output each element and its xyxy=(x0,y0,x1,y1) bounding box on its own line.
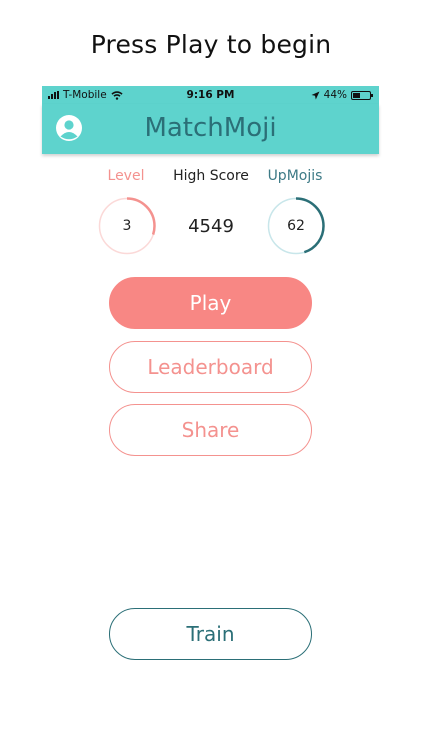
level-label: Level xyxy=(107,168,145,184)
level-value: 3 xyxy=(122,218,132,234)
level-ring: 3 xyxy=(97,196,157,256)
battery-fill xyxy=(353,92,361,98)
app-title: MatchMoji xyxy=(144,113,277,143)
phone-screen: T-Mobile 9:16 PM 44% MatchMoji Level Hig… xyxy=(42,86,379,686)
play-button[interactable]: Play xyxy=(109,277,312,329)
battery-tip xyxy=(371,93,373,97)
upmojis-value: 62 xyxy=(287,218,305,234)
upmojis-label: UpMojis xyxy=(267,168,323,184)
high-score-label: High Score xyxy=(173,168,249,184)
battery-percent: 44% xyxy=(323,89,347,101)
high-score-value: 4549 xyxy=(188,216,234,237)
page-caption: Press Play to begin xyxy=(90,30,332,59)
location-arrow-icon xyxy=(311,91,320,99)
upmojis-ring: 62 xyxy=(266,196,326,256)
app-header: MatchMoji xyxy=(42,104,379,154)
status-right: 44% xyxy=(311,89,373,101)
train-button[interactable]: Train xyxy=(109,608,312,660)
battery-icon xyxy=(351,90,373,100)
share-button[interactable]: Share xyxy=(109,404,312,456)
status-bar: T-Mobile 9:16 PM 44% xyxy=(42,86,379,104)
leaderboard-button[interactable]: Leaderboard xyxy=(109,341,312,393)
